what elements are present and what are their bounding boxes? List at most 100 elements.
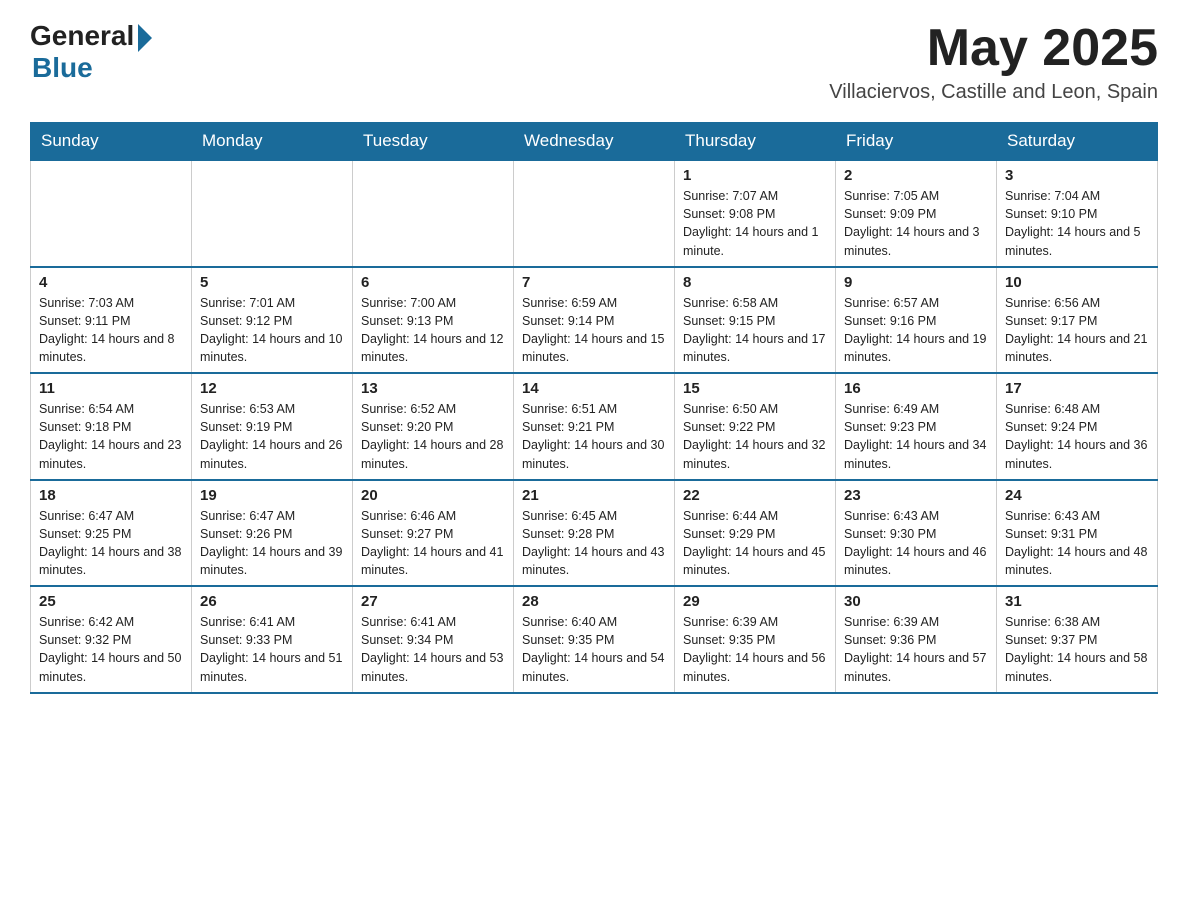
calendar-cell — [192, 160, 353, 267]
day-info: Sunrise: 6:42 AM Sunset: 9:32 PM Dayligh… — [39, 613, 183, 686]
calendar-cell: 7 Sunrise: 6:59 AM Sunset: 9:14 PM Daylig… — [514, 267, 675, 374]
calendar-cell: 9Sunrise: 6:57 AM Sunset: 9:16 PM Daylig… — [836, 267, 997, 374]
calendar-cell: 4Sunrise: 7:03 AM Sunset: 9:11 PM Daylig… — [31, 267, 192, 374]
calendar-cell — [514, 160, 675, 267]
calendar-cell: 2Sunrise: 7:05 AM Sunset: 9:09 PM Daylig… — [836, 160, 997, 267]
day-number: 17 — [1005, 380, 1149, 397]
calendar-cell: 23Sunrise: 6:43 AM Sunset: 9:30 PM Dayli… — [836, 480, 997, 587]
calendar-cell: 22 Sunrise: 6:44 AM Sunset: 9:29 PM Dayli… — [675, 480, 836, 587]
day-number: 19 — [200, 487, 344, 504]
calendar-table: SundayMondayTuesdayWednesdayThursdayFrid… — [30, 122, 1158, 694]
day-number: 6 — [361, 274, 505, 291]
calendar-cell: 27 Sunrise: 6:41 AM Sunset: 9:34 PM Dayli… — [353, 586, 514, 693]
day-info: Sunrise: 7:01 AM Sunset: 9:12 PM Dayligh… — [200, 294, 344, 367]
day-number: 12 — [200, 380, 344, 397]
calendar-cell: 24Sunrise: 6:43 AM Sunset: 9:31 PM Dayli… — [997, 480, 1158, 587]
day-info: Sunrise: 6:51 AM Sunset: 9:21 PM Dayligh… — [522, 400, 666, 473]
day-number: 21 — [522, 487, 666, 504]
weekday-header-friday: Friday — [836, 123, 997, 161]
day-info: Sunrise: 6:40 AM Sunset: 9:35 PM Dayligh… — [522, 613, 666, 686]
calendar-cell: 1 Sunrise: 7:07 AM Sunset: 9:08 PM Daylig… — [675, 160, 836, 267]
calendar-cell: 16 Sunrise: 6:49 AM Sunset: 9:23 PM Dayli… — [836, 373, 997, 480]
day-number: 14 — [522, 380, 666, 397]
day-info: Sunrise: 6:47 AM Sunset: 9:25 PM Dayligh… — [39, 507, 183, 580]
calendar-week-row: 11Sunrise: 6:54 AM Sunset: 9:18 PM Dayli… — [31, 373, 1158, 480]
day-info: Sunrise: 6:59 AM Sunset: 9:14 PM Dayligh… — [522, 294, 666, 367]
day-info: Sunrise: 6:58 AM Sunset: 9:15 PM Dayligh… — [683, 294, 827, 367]
calendar-week-row: 18 Sunrise: 6:47 AM Sunset: 9:25 PM Dayli… — [31, 480, 1158, 587]
calendar-cell: 19 Sunrise: 6:47 AM Sunset: 9:26 PM Dayli… — [192, 480, 353, 587]
day-info: Sunrise: 7:04 AM Sunset: 9:10 PM Dayligh… — [1005, 187, 1149, 260]
calendar-cell: 13 Sunrise: 6:52 AM Sunset: 9:20 PM Dayli… — [353, 373, 514, 480]
calendar-cell: 17 Sunrise: 6:48 AM Sunset: 9:24 PM Dayli… — [997, 373, 1158, 480]
day-info: Sunrise: 7:07 AM Sunset: 9:08 PM Dayligh… — [683, 187, 827, 260]
day-number: 20 — [361, 487, 505, 504]
calendar-cell: 30Sunrise: 6:39 AM Sunset: 9:36 PM Dayli… — [836, 586, 997, 693]
calendar-cell: 5 Sunrise: 7:01 AM Sunset: 9:12 PM Daylig… — [192, 267, 353, 374]
day-number: 25 — [39, 593, 183, 610]
day-number: 2 — [844, 167, 988, 184]
calendar-week-row: 4Sunrise: 7:03 AM Sunset: 9:11 PM Daylig… — [31, 267, 1158, 374]
day-info: Sunrise: 6:43 AM Sunset: 9:31 PM Dayligh… — [1005, 507, 1149, 580]
calendar-cell: 10 Sunrise: 6:56 AM Sunset: 9:17 PM Dayli… — [997, 267, 1158, 374]
calendar-cell: 15 Sunrise: 6:50 AM Sunset: 9:22 PM Dayli… — [675, 373, 836, 480]
calendar-cell: 12 Sunrise: 6:53 AM Sunset: 9:19 PM Dayli… — [192, 373, 353, 480]
day-info: Sunrise: 6:38 AM Sunset: 9:37 PM Dayligh… — [1005, 613, 1149, 686]
logo: General Blue — [30, 20, 152, 84]
day-number: 3 — [1005, 167, 1149, 184]
day-number: 10 — [1005, 274, 1149, 291]
day-number: 11 — [39, 380, 183, 397]
calendar-cell: 6 Sunrise: 7:00 AM Sunset: 9:13 PM Daylig… — [353, 267, 514, 374]
calendar-header-row: SundayMondayTuesdayWednesdayThursdayFrid… — [31, 123, 1158, 161]
page-header: General Blue May 2025 Villaciervos, Cast… — [30, 20, 1158, 104]
logo-arrow-icon — [138, 24, 152, 52]
day-info: Sunrise: 6:41 AM Sunset: 9:34 PM Dayligh… — [361, 613, 505, 686]
day-number: 9 — [844, 274, 988, 291]
day-number: 27 — [361, 593, 505, 610]
day-info: Sunrise: 6:50 AM Sunset: 9:22 PM Dayligh… — [683, 400, 827, 473]
day-info: Sunrise: 6:48 AM Sunset: 9:24 PM Dayligh… — [1005, 400, 1149, 473]
day-info: Sunrise: 6:44 AM Sunset: 9:29 PM Dayligh… — [683, 507, 827, 580]
day-number: 18 — [39, 487, 183, 504]
calendar-cell: 26 Sunrise: 6:41 AM Sunset: 9:33 PM Dayli… — [192, 586, 353, 693]
day-number: 16 — [844, 380, 988, 397]
day-number: 13 — [361, 380, 505, 397]
day-info: Sunrise: 6:53 AM Sunset: 9:19 PM Dayligh… — [200, 400, 344, 473]
day-number: 7 — [522, 274, 666, 291]
calendar-cell: 20 Sunrise: 6:46 AM Sunset: 9:27 PM Dayli… — [353, 480, 514, 587]
day-number: 26 — [200, 593, 344, 610]
calendar-cell: 11Sunrise: 6:54 AM Sunset: 9:18 PM Dayli… — [31, 373, 192, 480]
day-number: 5 — [200, 274, 344, 291]
day-number: 23 — [844, 487, 988, 504]
calendar-cell: 14 Sunrise: 6:51 AM Sunset: 9:21 PM Dayli… — [514, 373, 675, 480]
weekday-header-monday: Monday — [192, 123, 353, 161]
day-info: Sunrise: 6:46 AM Sunset: 9:27 PM Dayligh… — [361, 507, 505, 580]
day-number: 4 — [39, 274, 183, 291]
day-info: Sunrise: 7:00 AM Sunset: 9:13 PM Dayligh… — [361, 294, 505, 367]
day-info: Sunrise: 6:47 AM Sunset: 9:26 PM Dayligh… — [200, 507, 344, 580]
day-number: 1 — [683, 167, 827, 184]
weekday-header-saturday: Saturday — [997, 123, 1158, 161]
day-info: Sunrise: 6:45 AM Sunset: 9:28 PM Dayligh… — [522, 507, 666, 580]
calendar-cell: 8Sunrise: 6:58 AM Sunset: 9:15 PM Daylig… — [675, 267, 836, 374]
weekday-header-sunday: Sunday — [31, 123, 192, 161]
day-number: 22 — [683, 487, 827, 504]
day-number: 15 — [683, 380, 827, 397]
logo-general-text: General — [30, 22, 134, 50]
calendar-cell: 18 Sunrise: 6:47 AM Sunset: 9:25 PM Dayli… — [31, 480, 192, 587]
day-info: Sunrise: 6:39 AM Sunset: 9:36 PM Dayligh… — [844, 613, 988, 686]
day-number: 28 — [522, 593, 666, 610]
calendar-cell: 28 Sunrise: 6:40 AM Sunset: 9:35 PM Dayli… — [514, 586, 675, 693]
day-number: 29 — [683, 593, 827, 610]
calendar-week-row: 1 Sunrise: 7:07 AM Sunset: 9:08 PM Daylig… — [31, 160, 1158, 267]
calendar-cell: 31 Sunrise: 6:38 AM Sunset: 9:37 PM Dayli… — [997, 586, 1158, 693]
day-number: 31 — [1005, 593, 1149, 610]
logo-blue-text: Blue — [32, 52, 93, 84]
day-info: Sunrise: 6:56 AM Sunset: 9:17 PM Dayligh… — [1005, 294, 1149, 367]
day-info: Sunrise: 6:49 AM Sunset: 9:23 PM Dayligh… — [844, 400, 988, 473]
weekday-header-thursday: Thursday — [675, 123, 836, 161]
day-info: Sunrise: 6:52 AM Sunset: 9:20 PM Dayligh… — [361, 400, 505, 473]
weekday-header-tuesday: Tuesday — [353, 123, 514, 161]
calendar-cell: 25 Sunrise: 6:42 AM Sunset: 9:32 PM Dayli… — [31, 586, 192, 693]
day-info: Sunrise: 6:41 AM Sunset: 9:33 PM Dayligh… — [200, 613, 344, 686]
